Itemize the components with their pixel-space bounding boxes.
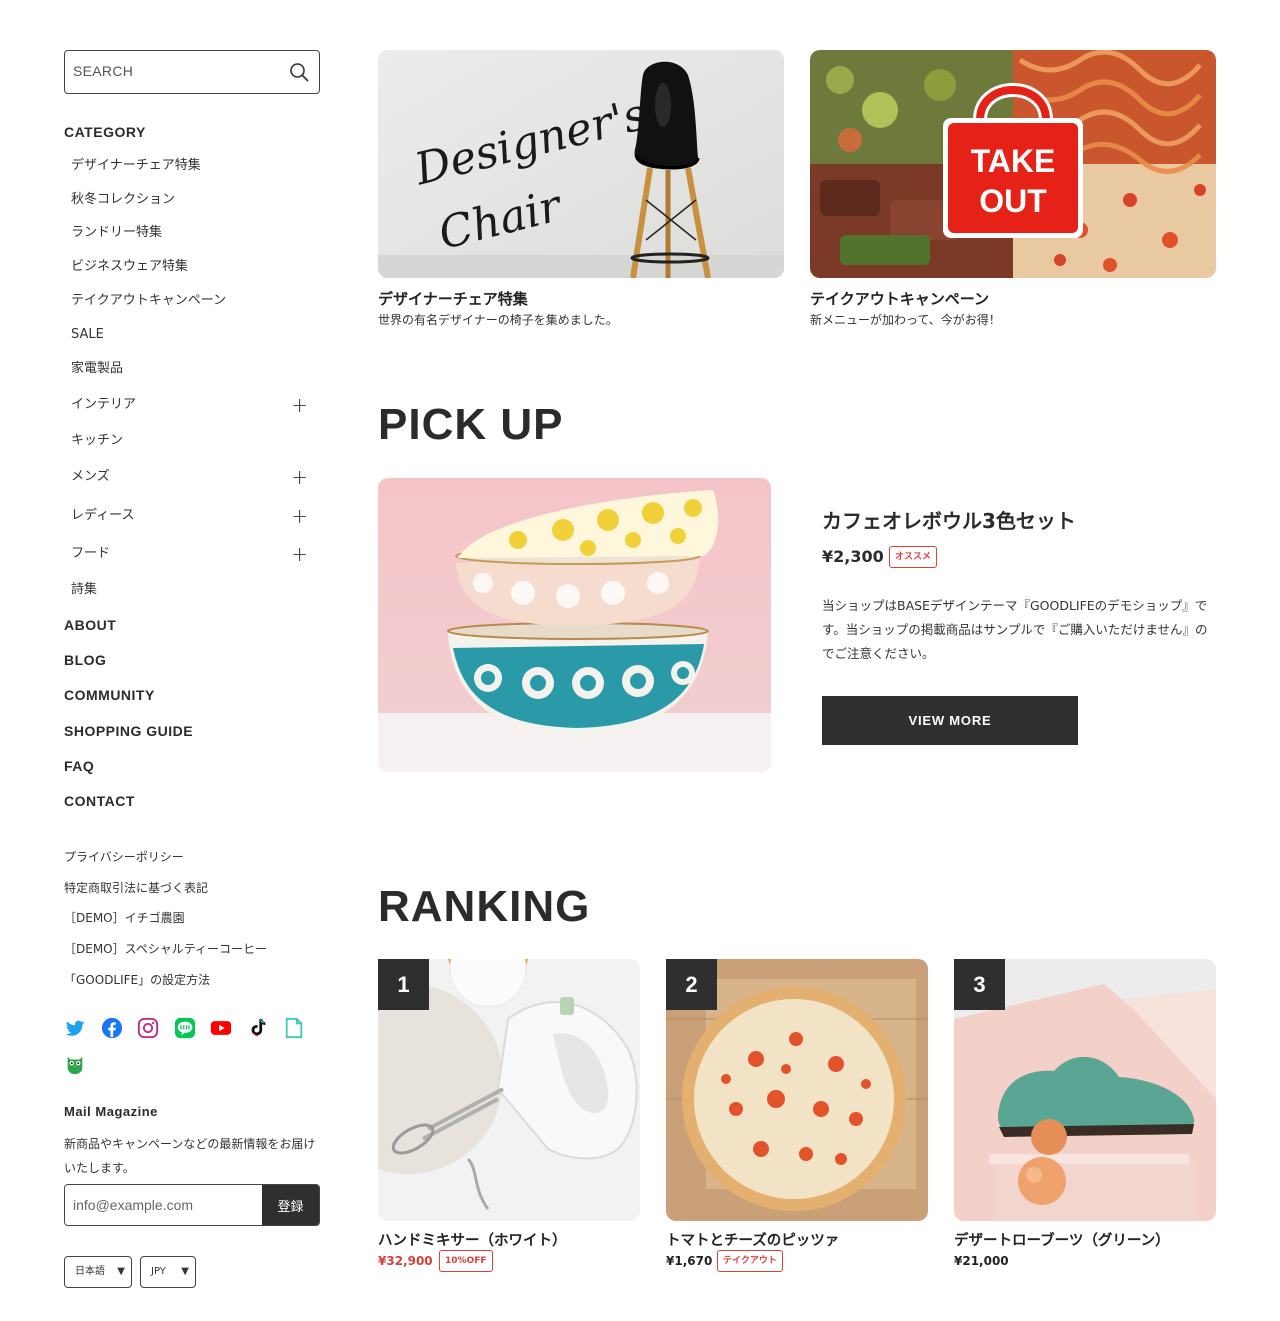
banner-subtitle: 新メニューが加わって、今がお得！	[810, 313, 1001, 327]
link-demo-strawberry[interactable]: ［DEMO］イチゴ農園	[64, 909, 185, 926]
tiktok-icon[interactable]	[247, 1017, 269, 1039]
category-label: キッチン	[71, 433, 124, 448]
category-label: インテリア	[71, 397, 137, 412]
currency-value: JPY	[151, 1266, 166, 1277]
expand-plus-icon[interactable]: +	[291, 465, 308, 489]
category-label: レディース	[71, 508, 135, 523]
mail-magazine-title: Mail Magazine	[64, 1104, 158, 1119]
takeout-image: TAKE OUT	[810, 50, 1216, 278]
pickup-product-image[interactable]	[378, 478, 771, 772]
category-item[interactable]: フード +	[71, 542, 316, 566]
category-label: ランドリー特集	[71, 225, 163, 240]
twitter-icon[interactable]	[64, 1017, 86, 1039]
nav-about[interactable]: ABOUT	[64, 617, 116, 633]
banner-title[interactable]: テイクアウトキャンペーン	[810, 288, 989, 309]
expand-plus-icon[interactable]: +	[291, 542, 308, 566]
category-label: ビジネスウェア特集	[71, 259, 189, 274]
ranking-product-price: ¥32,900	[378, 1254, 433, 1268]
banner-subtitle: 世界の有名デザイナーの椅子を集めました。	[378, 313, 618, 327]
mail-form: 登録	[64, 1184, 320, 1226]
search-icon[interactable]	[289, 62, 309, 82]
pickup-description: 当ショップはBASEデザインテーマ『GOODLIFEのデモショップ』です。当ショ…	[822, 598, 1208, 661]
nav-community[interactable]: COMMUNITY	[64, 687, 155, 703]
subscribe-button[interactable]: 登録	[262, 1185, 319, 1225]
pickup-section-title: PICK UP	[378, 400, 564, 449]
category-title: CATEGORY	[64, 124, 146, 140]
pickup-product-name[interactable]: カフェオレボウル3色セット	[822, 505, 1076, 534]
expand-plus-icon[interactable]: +	[291, 504, 308, 528]
ranking-product-name[interactable]: トマトとチーズのピッツァ	[666, 1229, 839, 1250]
search-box	[64, 50, 320, 94]
link-privacy-policy[interactable]: プライバシーポリシー	[64, 848, 184, 865]
rank-number-badge: 2	[666, 959, 717, 1010]
takeout-text-line-2: OUT	[979, 183, 1047, 219]
view-more-button[interactable]: VIEW MORE	[822, 696, 1078, 745]
line-icon[interactable]	[174, 1017, 196, 1039]
language-value: 日本語	[75, 1266, 105, 1277]
category-item[interactable]: テイクアウトキャンペーン	[71, 289, 316, 313]
mail-magazine-description: 新商品やキャンペーンなどの最新情報をお届けいたします。	[64, 1137, 316, 1175]
link-legal-notice[interactable]: 特定商取引法に基づく表記	[64, 879, 208, 896]
nav-contact[interactable]: CONTACT	[64, 793, 135, 809]
category-label: メンズ	[71, 469, 110, 484]
banner-designer-chair[interactable]: Designer's Chair	[378, 50, 784, 278]
ranking-section-title: RANKING	[378, 882, 591, 931]
category-item[interactable]: レディース +	[71, 504, 316, 528]
designer-chair-image: Designer's Chair	[378, 50, 784, 278]
banner-title[interactable]: デザイナーチェア特集	[378, 288, 528, 309]
pickup-product-price: ¥2,300	[822, 547, 884, 566]
nav-blog[interactable]: BLOG	[64, 652, 106, 668]
expand-plus-icon[interactable]: +	[291, 393, 308, 417]
bowls-image	[378, 478, 771, 772]
category-label: 秋冬コレクション	[71, 192, 176, 207]
link-demo-coffee[interactable]: ［DEMO］スペシャルティーコーヒー	[64, 940, 267, 957]
ranking-product-price: ¥21,000	[954, 1254, 1009, 1268]
chevron-down-icon: ▼	[181, 1266, 189, 1277]
rank-number-badge: 1	[378, 959, 429, 1010]
ranking-product-name[interactable]: ハンドミキサー（ホワイト）	[378, 1229, 567, 1250]
note-icon[interactable]	[283, 1017, 305, 1039]
category-item[interactable]: ビジネスウェア特集	[71, 255, 316, 279]
ranking-product-name[interactable]: デザートローブーツ（グリーン）	[954, 1229, 1170, 1250]
ranking-product-price: ¥1,670	[666, 1254, 713, 1268]
category-item[interactable]: デザイナーチェア特集	[71, 154, 316, 178]
language-select[interactable]: 日本語 ▼	[64, 1256, 132, 1288]
category-item[interactable]: 家電製品	[71, 357, 316, 381]
youtube-icon[interactable]	[210, 1017, 232, 1039]
category-label: テイクアウトキャンペーン	[71, 293, 227, 308]
category-label: フード	[71, 546, 111, 561]
sidebar: CATEGORY デザイナーチェア特集 秋冬コレクション ランドリー特集 ビジネ…	[64, 50, 320, 1288]
category-item[interactable]: メンズ +	[71, 465, 316, 489]
category-label: 家電製品	[71, 361, 124, 376]
rank-number-badge: 3	[954, 959, 1005, 1010]
owl-icon[interactable]	[64, 1054, 86, 1076]
banner-takeout[interactable]: TAKE OUT	[810, 50, 1216, 278]
search-input[interactable]	[73, 51, 273, 91]
category-item[interactable]: 秋冬コレクション	[71, 188, 316, 212]
category-item[interactable]: インテリア +	[71, 393, 316, 417]
category-label: 詩集	[71, 582, 98, 597]
link-goodlife-setup[interactable]: 「GOODLIFE」の設定方法	[64, 971, 210, 988]
takeout-badge: テイクアウト	[717, 1250, 783, 1272]
category-item[interactable]: キッチン	[71, 429, 316, 453]
category-item[interactable]: ランドリー特集	[71, 221, 316, 245]
category-label: SALE	[71, 327, 104, 342]
facebook-icon[interactable]	[101, 1017, 123, 1039]
currency-select[interactable]: JPY ▼	[140, 1256, 196, 1288]
category-item[interactable]: SALE	[71, 323, 316, 347]
nav-faq[interactable]: FAQ	[64, 758, 94, 774]
takeout-text-line-1: TAKE	[971, 143, 1056, 179]
instagram-icon[interactable]	[137, 1017, 159, 1039]
category-item[interactable]: 詩集	[71, 578, 316, 602]
nav-shopping-guide[interactable]: SHOPPING GUIDE	[64, 723, 193, 739]
chevron-down-icon: ▼	[117, 1266, 125, 1277]
recommend-badge: オススメ	[889, 546, 938, 568]
category-label: デザイナーチェア特集	[71, 158, 201, 173]
email-field[interactable]	[65, 1185, 261, 1225]
discount-badge: 10%OFF	[439, 1250, 493, 1272]
